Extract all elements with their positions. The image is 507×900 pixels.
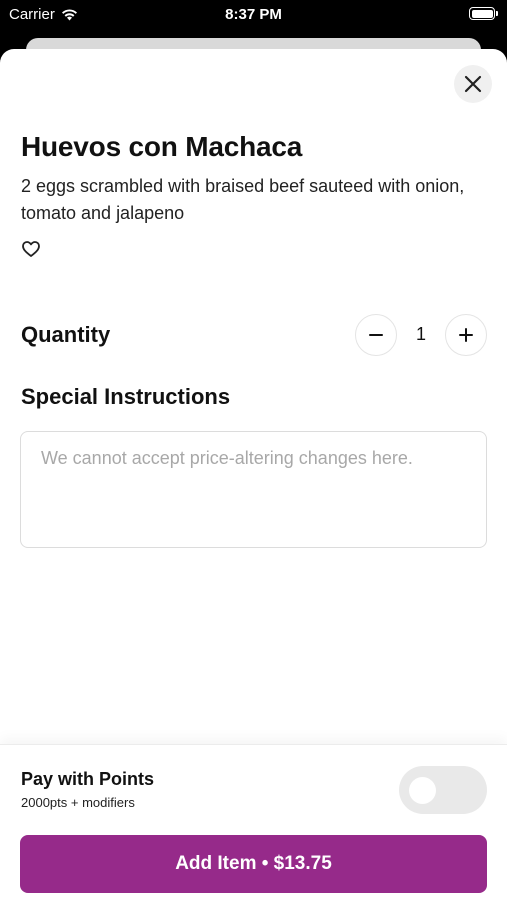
plus-icon <box>459 328 473 342</box>
battery-icon <box>469 7 498 20</box>
quantity-value: 1 <box>415 324 426 344</box>
quantity-increment-button[interactable] <box>445 314 487 356</box>
toggle-knob <box>409 777 436 804</box>
favorite-button[interactable] <box>21 239 41 259</box>
item-description: 2 eggs scrambled with braised beef saute… <box>21 176 465 223</box>
pay-with-points-toggle[interactable] <box>399 766 487 814</box>
quantity-label: Quantity <box>21 322 111 347</box>
minus-icon <box>369 334 383 336</box>
special-instructions-label: Special Instructions <box>21 384 231 409</box>
close-icon <box>464 75 482 93</box>
pay-with-points-label: Pay with Points <box>21 769 155 789</box>
quantity-decrement-button[interactable] <box>355 314 397 356</box>
special-instructions-input[interactable] <box>20 431 487 548</box>
points-cost-label: 2000pts + modifiers <box>21 795 135 810</box>
add-item-button[interactable]: Add Item • $13.75 <box>20 835 487 893</box>
close-button[interactable] <box>454 65 492 103</box>
heart-outline-icon <box>22 241 40 257</box>
item-detail-sheet: Huevos con Machaca 2 eggs scrambled with… <box>0 49 507 900</box>
checkout-bar: Pay with Points 2000pts + modifiers Add … <box>0 744 507 900</box>
status-time: 8:37 PM <box>225 6 282 23</box>
item-title: Huevos con Machaca <box>21 131 303 162</box>
status-bar: Carrier 8:37 PM <box>0 0 507 30</box>
